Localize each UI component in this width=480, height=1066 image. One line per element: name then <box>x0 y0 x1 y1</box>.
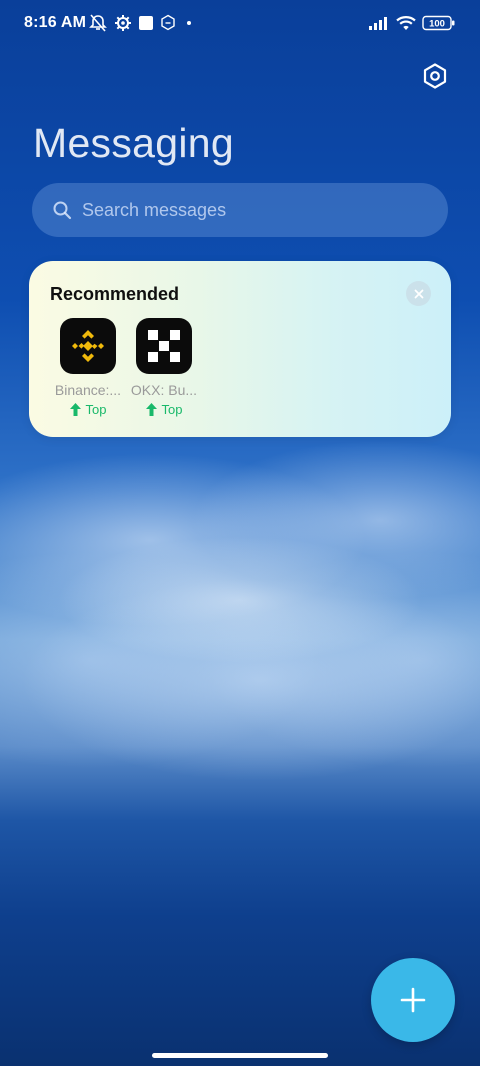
arrow-up-icon <box>69 403 81 416</box>
arrow-up-icon <box>145 403 157 416</box>
recommended-app-binance[interactable]: Binance:... Top <box>50 318 126 417</box>
wifi-icon <box>395 14 417 32</box>
status-time: 8:16 AM <box>24 14 87 31</box>
notifications-off-icon <box>88 14 108 32</box>
close-icon <box>414 289 423 298</box>
app-badge: Top <box>50 402 126 417</box>
dot-icon <box>186 14 192 32</box>
recommended-card: Recommended Binance:... Top OKX: Bu... T… <box>29 261 451 437</box>
binance-logo-icon <box>60 318 116 374</box>
hexagon-settings-icon <box>423 63 447 89</box>
battery-icon: 100 <box>422 15 456 33</box>
plus-icon <box>400 987 426 1013</box>
status-bar: 8:16 AM 100 <box>0 0 480 46</box>
app-badge: Top <box>126 402 202 417</box>
search-placeholder: Search messages <box>82 199 227 220</box>
app-name: OKX: Bu... <box>130 382 198 398</box>
close-recommended-button[interactable] <box>406 281 431 306</box>
recommended-title: Recommended <box>50 284 180 304</box>
search-input[interactable]: Search messages <box>32 183 448 237</box>
app-badge-label: Top <box>161 402 183 417</box>
settings-gear-icon <box>114 14 132 32</box>
hexagon-app-icon <box>160 14 176 32</box>
home-indicator[interactable] <box>152 1053 328 1058</box>
app-badge-label: Top <box>85 402 107 417</box>
settings-button[interactable] <box>420 61 450 91</box>
square-app-icon <box>138 14 154 32</box>
battery-level: 100 <box>429 19 445 30</box>
okx-logo-icon <box>136 318 192 374</box>
new-message-button[interactable] <box>371 958 455 1042</box>
search-icon <box>53 201 72 220</box>
page-title: Messaging <box>33 120 234 166</box>
signal-icon <box>368 14 390 32</box>
app-name: Binance:... <box>54 382 122 398</box>
recommended-app-okx[interactable]: OKX: Bu... Top <box>126 318 202 417</box>
